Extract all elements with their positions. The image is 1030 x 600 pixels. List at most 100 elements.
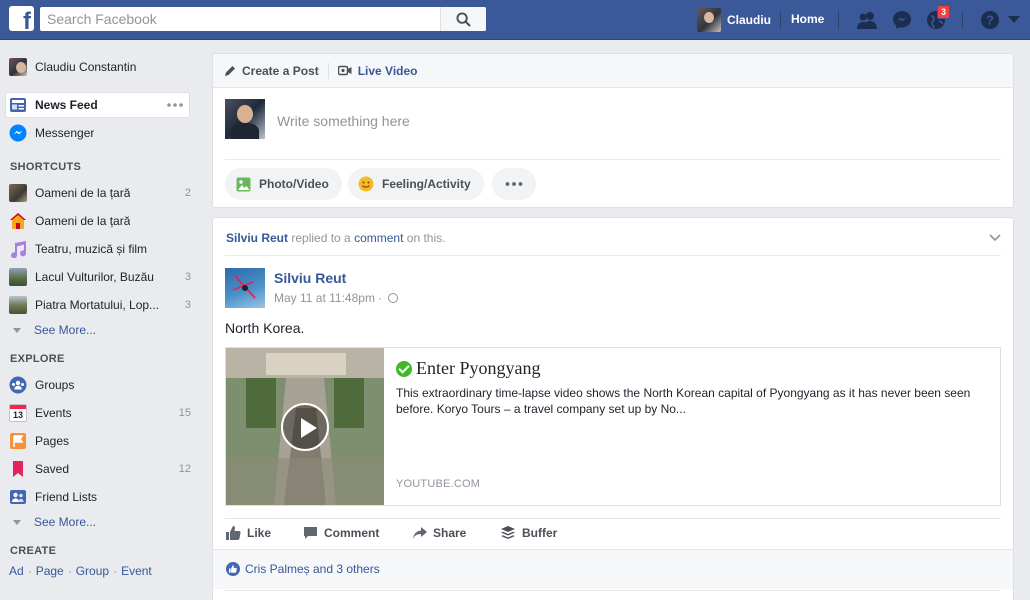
divider [225, 159, 1001, 160]
sidebar-item-messenger[interactable]: Messenger [9, 123, 191, 143]
sidebar-item-label: Messenger [35, 126, 95, 140]
sidebar-item-groups[interactable]: Groups [9, 375, 191, 395]
link-preview[interactable]: Enter Pyongyang This extraordinary time-… [225, 347, 1001, 506]
comment-icon [302, 525, 318, 541]
composer-input[interactable]: Write something here [277, 113, 410, 129]
story-comment-link[interactable]: comment [354, 231, 403, 245]
divider [838, 11, 839, 29]
group-thumbnail [9, 268, 27, 286]
facebook-logo[interactable]: f [9, 6, 34, 34]
sidebar-item-news-feed[interactable]: News Feed [5, 92, 190, 118]
create-heading: CREATE [10, 545, 57, 557]
sidebar-item-shortcut[interactable]: Lacul Vulturilor, Buzău 3 [9, 267, 191, 287]
messages-button[interactable] [890, 8, 914, 32]
friends-icon [857, 12, 877, 29]
notification-badge: 3 [937, 5, 951, 19]
sidebar-item-count: 15 [178, 407, 191, 419]
search-input[interactable] [40, 7, 440, 31]
sidebar-item-label: Events [35, 406, 72, 420]
group-thumbnail [9, 296, 27, 314]
play-icon[interactable] [281, 403, 329, 451]
action-label: Buffer [522, 526, 558, 540]
composer-tabs: Create a Post Live Video [213, 54, 1013, 88]
tab-create-post[interactable]: Create a Post [224, 64, 319, 78]
pencil-icon [225, 65, 235, 76]
see-more-explore-link[interactable]: See More... [13, 515, 96, 529]
account-menu-button[interactable] [1002, 8, 1026, 32]
feeling-activity-button[interactable]: Feeling/Activity [348, 168, 484, 200]
link-title-text: Enter Pyongyang [416, 358, 541, 378]
messenger-icon [9, 124, 27, 142]
shortcuts-heading: SHORTCUTS [10, 161, 82, 173]
tab-live-video[interactable]: Live Video [337, 64, 418, 78]
link-title[interactable]: Enter Pyongyang [396, 358, 540, 379]
sidebar-item-shortcut[interactable]: Oameni de la țară 2 [9, 183, 191, 203]
like-reaction-icon [226, 562, 240, 576]
create-page-link[interactable]: Page [36, 564, 64, 578]
more-options-button[interactable] [492, 168, 536, 200]
sidebar-item-label: Teatru, muzică și film [35, 242, 148, 256]
action-label: Like [247, 526, 272, 540]
share-button[interactable]: Share [411, 525, 466, 541]
post-options-chevron-icon[interactable] [989, 234, 1001, 242]
buffer-button[interactable]: Buffer [500, 525, 557, 541]
sidebar-item-events[interactable]: 13 Events 15 [9, 403, 191, 423]
post-story-line: Silviu Reut replied to a comment on this… [226, 231, 445, 245]
calendar-icon: 13 [9, 404, 27, 422]
story-actor-link[interactable]: Silviu Reut [226, 231, 288, 245]
sidebar-item-shortcut[interactable]: Piatra Mortatului, Lop... 3 [9, 295, 191, 315]
sidebar-item-profile[interactable]: Claudiu Constantin [9, 57, 191, 77]
timestamp-text: May 11 at 11:48pm · [274, 291, 383, 305]
profile-name: Claudiu [727, 12, 771, 27]
sidebar-item-label: Pages [35, 434, 70, 448]
sidebar-item-friend-lists[interactable]: Friend Lists [9, 487, 191, 507]
top-bar: f Claudiu Home 3 ? [0, 0, 1030, 40]
story-tail: on this. [406, 231, 446, 245]
separator: · [67, 564, 72, 578]
create-ad-link[interactable]: Ad [9, 564, 24, 578]
author-avatar[interactable] [225, 268, 265, 308]
feed-post: Silviu Reut replied to a comment on this… [212, 217, 1014, 600]
create-event-link[interactable]: Event [121, 564, 152, 578]
post-timestamp[interactable]: May 11 at 11:48pm · [274, 291, 399, 305]
question-icon: ? [981, 11, 999, 29]
reactions-bar: Cris Palmeș and 3 others [213, 549, 1013, 591]
sidebar-item-label: Oameni de la țară [35, 186, 131, 200]
comment-button[interactable]: Comment [302, 525, 379, 541]
post-body-text: North Korea. [225, 320, 305, 336]
groups-icon [9, 376, 27, 394]
link-description: This extraordinary time-lapse video show… [396, 386, 971, 416]
divider [780, 11, 781, 29]
sidebar-item-label: Friend Lists [35, 490, 98, 504]
friend-requests-button[interactable] [855, 8, 879, 32]
more-options-icon[interactable] [167, 103, 183, 107]
video-camera-icon [337, 65, 352, 76]
bookmark-icon [9, 460, 27, 478]
search-button[interactable] [440, 7, 486, 31]
author-name-link[interactable]: Silviu Reut [274, 270, 346, 286]
more-options-icon [505, 182, 523, 186]
sidebar-item-shortcut[interactable]: Oameni de la țară [9, 211, 191, 231]
action-label: Comment [324, 526, 380, 540]
see-more-label: See More... [34, 515, 97, 529]
video-thumbnail[interactable] [226, 348, 384, 505]
likes-summary[interactable]: Cris Palmeș and 3 others [226, 562, 380, 576]
photo-icon [235, 176, 251, 192]
verified-check-icon [396, 360, 412, 377]
svg-text:?: ? [986, 13, 994, 28]
post-composer: Create a Post Live Video Write something… [212, 53, 1014, 208]
see-more-shortcuts-link[interactable]: See More... [13, 323, 96, 337]
create-group-link[interactable]: Group [76, 564, 109, 578]
likes-text: Cris Palmeș and 3 others [245, 562, 380, 576]
sidebar-item-pages[interactable]: Pages [9, 431, 191, 451]
help-button[interactable]: ? [978, 8, 1002, 32]
news-feed-icon [9, 96, 27, 114]
home-link[interactable]: Home [791, 12, 824, 26]
profile-link[interactable]: Claudiu [697, 7, 771, 32]
friend-list-icon [9, 488, 27, 506]
like-button[interactable]: Like [225, 525, 271, 541]
group-thumbnail [9, 184, 27, 202]
sidebar-item-shortcut[interactable]: Teatru, muzică și film [9, 239, 191, 259]
sidebar-item-saved[interactable]: Saved 12 [9, 459, 191, 479]
photo-video-button[interactable]: Photo/Video [225, 168, 342, 200]
